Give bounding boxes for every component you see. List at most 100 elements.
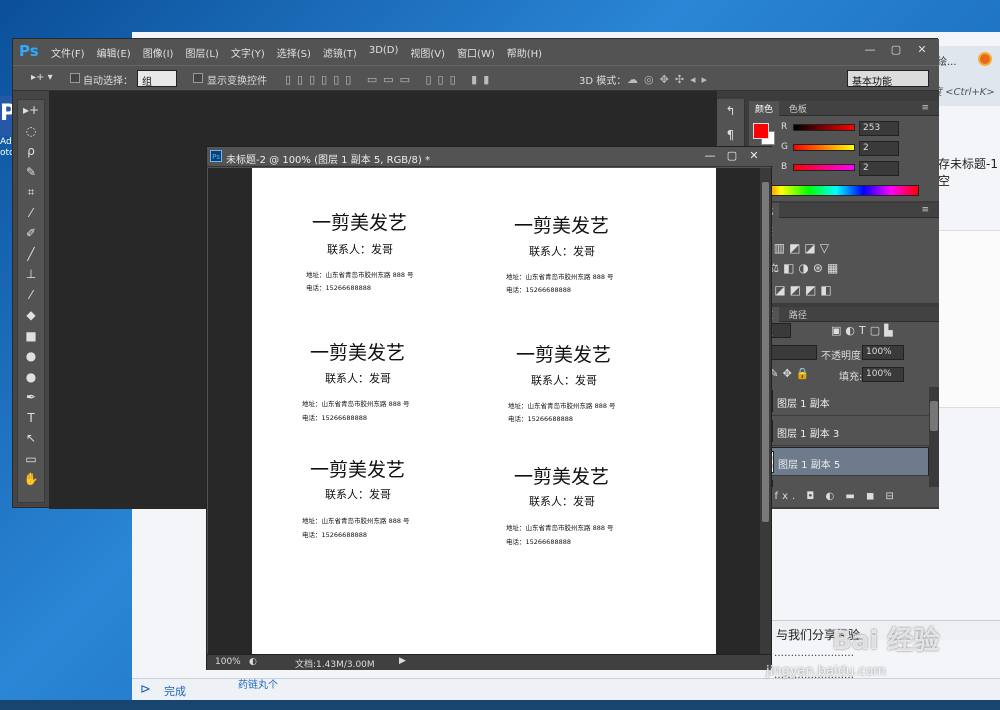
minimize-button[interactable]: — bbox=[857, 41, 883, 59]
g-slider[interactable] bbox=[793, 144, 855, 151]
b-value-field[interactable]: 2 bbox=[859, 161, 899, 176]
status-icon: ⊳ bbox=[140, 682, 151, 697]
color-panel: 颜色 色板 ≡ R 253 G 2 B 2 bbox=[749, 101, 939, 201]
browser-side-box bbox=[938, 230, 1000, 408]
close-button[interactable]: ✕ bbox=[743, 148, 765, 163]
adjustments-panel: 样式 ≡ 调整 ☼▥◩◪▽ ▦⚖◧◑⊛▦ ◪◪◩◩◧ bbox=[749, 203, 939, 303]
status-icon: ◐ bbox=[249, 657, 257, 667]
card-address: 地址：山东省青岛市胶州东路 888 号 bbox=[302, 400, 410, 408]
path-select-tool-icon[interactable]: ↖ bbox=[18, 428, 44, 449]
workspace-dropdown[interactable]: 基本功能 bbox=[847, 70, 929, 88]
options-bar: ▸+ ▾ 自动选择： 组 显示变换控件 ▯▯▯▯▯▯ ▭▭▭ ▯▯▯ ▮▮ 3D… bbox=[13, 65, 939, 91]
eraser-tool-icon[interactable]: ◆ bbox=[18, 305, 44, 326]
tab-paths[interactable]: 路径 bbox=[783, 307, 813, 322]
blur-tool-icon[interactable]: ● bbox=[18, 346, 44, 367]
crop-tool-icon[interactable]: ⌗ bbox=[18, 182, 44, 203]
move-tool-icon[interactable]: ▸+ ▾ bbox=[31, 72, 53, 83]
layer-row[interactable]: 图层 1 副本 bbox=[749, 387, 929, 416]
dodge-tool-icon[interactable]: ● bbox=[18, 367, 44, 388]
show-transform-label: 显示变换控件 bbox=[207, 76, 267, 87]
opacity-field[interactable]: 100% bbox=[862, 345, 904, 360]
opacity-label: 不透明度: bbox=[821, 351, 865, 362]
type-tool-icon[interactable]: T bbox=[18, 408, 44, 429]
hand-tool-icon[interactable]: ✋ bbox=[18, 469, 44, 490]
eyedropper-tool-icon[interactable]: ⁄ bbox=[18, 203, 44, 224]
menu-file[interactable]: 文件(F) bbox=[51, 45, 85, 60]
stamp-tool-icon[interactable]: ⊥ bbox=[18, 264, 44, 285]
history-icon[interactable]: ↰ bbox=[717, 99, 744, 123]
mode-3d-label: 3D 模式： bbox=[579, 76, 627, 87]
r-value-field[interactable]: 253 bbox=[859, 121, 899, 136]
g-value-field[interactable]: 2 bbox=[859, 141, 899, 156]
panel-menu-icon[interactable]: ≡ bbox=[915, 102, 935, 114]
history-brush-tool-icon[interactable]: ⁄ bbox=[18, 285, 44, 306]
menu-window[interactable]: 窗口(W) bbox=[457, 45, 495, 60]
align-icons[interactable]: ▯▯▯▯▯▯ ▭▭▭ ▯▯▯ ▮▮ bbox=[285, 73, 495, 86]
layers-scrollbar[interactable] bbox=[929, 387, 939, 487]
browser-bottom-text: 药链丸个 bbox=[238, 680, 278, 691]
3d-mode-icons[interactable]: ☁◎✥✣◂▸ bbox=[627, 73, 713, 86]
menu-edit[interactable]: 编辑(E) bbox=[97, 45, 131, 60]
card-contact: 联系人：发哥 bbox=[325, 488, 391, 501]
fill-label: 填充: bbox=[839, 372, 863, 383]
close-button[interactable]: ✕ bbox=[909, 41, 935, 59]
quick-select-tool-icon[interactable]: ✎ bbox=[18, 162, 44, 183]
maximize-button[interactable]: ▢ bbox=[721, 148, 743, 163]
b-slider[interactable] bbox=[793, 164, 855, 171]
foreground-color-swatch[interactable] bbox=[753, 123, 769, 139]
layer-filter-icons[interactable]: ▣◐T▢▙ bbox=[831, 324, 897, 337]
status-arrow-icon[interactable]: ▶ bbox=[399, 656, 406, 666]
auto-select-checkbox[interactable] bbox=[70, 73, 80, 83]
card-address: 地址：山东省青岛市胶州东路 888 号 bbox=[506, 273, 614, 281]
brush-tool-icon[interactable]: ╱ bbox=[18, 244, 44, 265]
paragraph-icon[interactable]: ¶ bbox=[717, 123, 744, 147]
document-title: 未标题-2 @ 100% (图层 1 副本 5, RGB/8) * bbox=[226, 155, 430, 166]
layers-panel: 通道 路径 类型 ▣◐T▢▙ ▾ 不透明度: 100% ▦✎✥🔒 填充: 100… bbox=[749, 307, 939, 507]
card-address: 地址：山东省青岛市胶州东路 888 号 bbox=[508, 402, 616, 410]
photoshop-logo: Ps bbox=[19, 42, 39, 60]
layer-row[interactable]: 图层 1 副本 3 bbox=[749, 417, 929, 446]
show-transform-checkbox[interactable] bbox=[193, 73, 203, 83]
ps-document-icon: Ps bbox=[210, 150, 222, 162]
panel-menu-icon[interactable]: ≡ bbox=[915, 204, 935, 216]
zoom-level[interactable]: 100% bbox=[215, 657, 241, 667]
tab-color[interactable]: 颜色 bbox=[749, 101, 780, 116]
lasso-tool-icon[interactable]: ρ bbox=[18, 141, 44, 162]
menu-3d[interactable]: 3D(D) bbox=[369, 45, 399, 60]
layer-list: 图层 1 副本 图层 1 副本 3 图层 1 副本 5 bbox=[749, 387, 939, 487]
document-scrollbar[interactable] bbox=[760, 168, 771, 654]
card-title: 一剪美发艺 bbox=[310, 342, 406, 364]
layers-panel-tabs: 通道 路径 bbox=[749, 307, 939, 322]
document-size: 文档:1.43M/3.00M bbox=[295, 660, 375, 670]
tab-swatches[interactable]: 色板 bbox=[783, 101, 813, 116]
menu-image[interactable]: 图像(I) bbox=[143, 45, 174, 60]
r-slider[interactable] bbox=[793, 124, 855, 131]
watermark-logo: Bai 经验 bbox=[832, 626, 940, 656]
menu-help[interactable]: 帮助(H) bbox=[507, 45, 542, 60]
move-tool-icon[interactable]: ▸+ bbox=[18, 100, 44, 121]
layer-row-selected[interactable]: 图层 1 副本 5 bbox=[749, 447, 929, 476]
fill-field[interactable]: 100% bbox=[862, 367, 904, 382]
minimize-button[interactable]: — bbox=[699, 148, 721, 163]
layer-footer-icons[interactable]: ⊖ fx. ◘ ◐ ▬ ◼ ⊟ bbox=[755, 491, 898, 502]
scroll-thumb[interactable] bbox=[762, 182, 769, 522]
color-spectrum[interactable] bbox=[753, 185, 919, 196]
menu-layer[interactable]: 图层(L) bbox=[185, 45, 218, 60]
maximize-button[interactable]: ▢ bbox=[883, 41, 909, 59]
healing-tool-icon[interactable]: ✐ bbox=[18, 223, 44, 244]
menu-select[interactable]: 选择(S) bbox=[277, 45, 311, 60]
menu-view[interactable]: 视图(V) bbox=[410, 45, 445, 60]
pen-tool-icon[interactable]: ✒ bbox=[18, 387, 44, 408]
search-hint[interactable]: 度 <Ctrl+K> bbox=[932, 83, 995, 98]
menu-filter[interactable]: 滤镜(T) bbox=[323, 45, 357, 60]
document-title-bar: Ps 未标题-2 @ 100% (图层 1 副本 5, RGB/8) * — ▢… bbox=[207, 147, 773, 167]
marquee-tool-icon[interactable]: ◌ bbox=[18, 121, 44, 142]
gradient-tool-icon[interactable]: ■ bbox=[18, 326, 44, 347]
card-phone: 电话：15266688888 bbox=[302, 531, 367, 539]
card-address: 地址：山东省青岛市胶州东路 888 号 bbox=[306, 271, 414, 279]
shape-tool-icon[interactable]: ▭ bbox=[18, 449, 44, 470]
menu-type[interactable]: 文字(Y) bbox=[231, 45, 265, 60]
auto-select-dropdown[interactable]: 组 bbox=[137, 70, 177, 88]
layer-row[interactable] bbox=[749, 477, 929, 487]
browser-tab[interactable]: 绘... bbox=[937, 53, 957, 68]
